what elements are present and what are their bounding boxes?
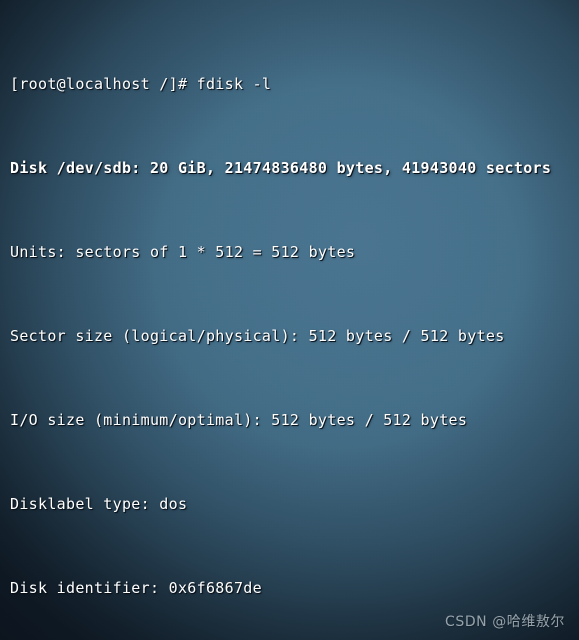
terminal-output[interactable]: [root@localhost /]# fdisk -l Disk /dev/s… [0, 0, 579, 640]
terminal-window[interactable]: [root@localhost /]# fdisk -l Disk /dev/s… [0, 0, 579, 640]
terminal-line: Sector size (logical/physical): 512 byte… [10, 327, 505, 345]
terminal-line: [root@localhost /]# fdisk -l [10, 75, 272, 93]
terminal-line: Units: sectors of 1 * 512 = 512 bytes [10, 243, 356, 261]
csdn-watermark: CSDN @哈维敖尔 [445, 614, 565, 630]
terminal-line: Disk identifier: 0x6f6867de [10, 579, 262, 597]
terminal-line: Disk /dev/sdb: 20 GiB, 21474836480 bytes… [10, 159, 552, 177]
terminal-line: Disklabel type: dos [10, 495, 188, 513]
terminal-line: I/O size (minimum/optimal): 512 bytes / … [10, 411, 468, 429]
